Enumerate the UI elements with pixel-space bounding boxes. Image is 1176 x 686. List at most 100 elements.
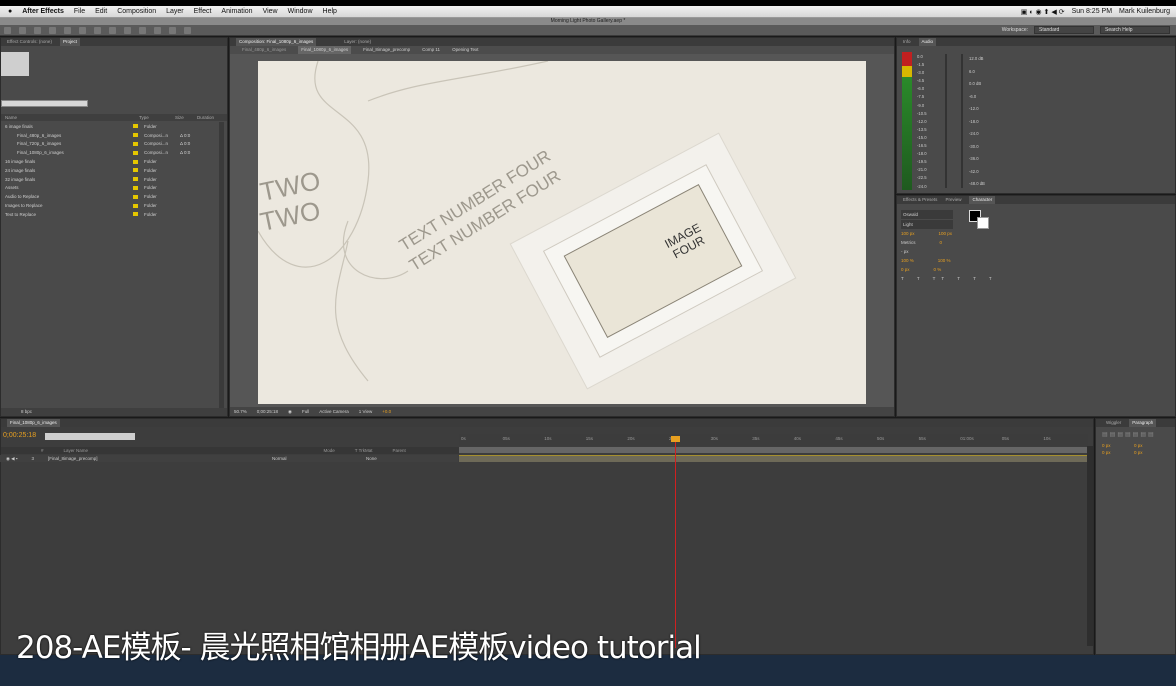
list-item[interactable]: Images to Replace Folder xyxy=(1,201,219,210)
clone-tool-icon[interactable] xyxy=(154,26,161,34)
leading-value[interactable]: 100 px xyxy=(939,229,953,238)
list-item[interactable]: 6 image finals Folder xyxy=(1,122,219,131)
menu-help[interactable]: Help xyxy=(323,8,337,15)
breadcrumb[interactable]: Final_1080p_6_images xyxy=(298,46,352,54)
tab-audio[interactable]: Audio xyxy=(918,38,937,46)
breadcrumb[interactable]: Final_480p_6_images xyxy=(242,46,286,54)
tab-wiggler[interactable]: Wiggler xyxy=(1106,419,1121,427)
layer-mode[interactable]: Normal xyxy=(272,456,312,461)
list-item[interactable]: Audio to Replace Folder xyxy=(1,192,219,201)
tab-paragraph[interactable]: Paragraph xyxy=(1129,419,1157,427)
list-item[interactable]: Text to Replace Folder xyxy=(1,210,219,219)
breadcrumb[interactable]: Comp 11 xyxy=(422,46,440,54)
rotate-tool-icon[interactable] xyxy=(49,26,56,34)
mask-tool-icon[interactable] xyxy=(94,26,101,34)
tracking-value[interactable]: 0 xyxy=(940,238,943,247)
timeline-search-input[interactable] xyxy=(45,433,135,440)
pen-tool-icon[interactable] xyxy=(109,26,116,34)
tab-effect-controls[interactable]: Effect Controls: (none) xyxy=(7,38,52,46)
menu-edit[interactable]: Edit xyxy=(95,8,107,15)
camera-icon[interactable]: ◉ xyxy=(288,409,292,415)
eraser-tool-icon[interactable] xyxy=(169,26,176,34)
tab-preview[interactable]: Preview xyxy=(945,196,961,204)
list-item[interactable]: 24 image finals Folder xyxy=(1,166,219,175)
indent-right-value[interactable]: 0 px xyxy=(1134,442,1166,449)
playhead-marker-icon[interactable] xyxy=(671,436,680,442)
menu-effect[interactable]: Effect xyxy=(194,8,212,15)
text-style-buttons[interactable]: T T TT T T T xyxy=(901,274,1001,283)
resolution-select[interactable]: Full xyxy=(302,409,309,414)
hand-tool-icon[interactable] xyxy=(19,26,26,34)
kerning-value[interactable]: Metrics xyxy=(901,238,916,247)
tab-composition[interactable]: Composition: Final_1080p_6_images xyxy=(236,38,317,46)
apple-icon[interactable]: ● xyxy=(8,8,12,15)
font-family-select[interactable]: Oswald xyxy=(901,210,953,219)
zoom-select[interactable]: 50.7% xyxy=(234,409,247,414)
timeline-scrollbar[interactable] xyxy=(1087,446,1093,646)
brush-tool-icon[interactable] xyxy=(139,26,146,34)
tab-timeline[interactable]: Final_1080p_6_images xyxy=(7,419,60,427)
audio-slider-right[interactable] xyxy=(961,54,963,188)
timeline-layer-bar[interactable] xyxy=(459,455,1088,462)
tab-effects-presets[interactable]: Effects & Presets xyxy=(903,196,937,204)
audio-slider-left[interactable] xyxy=(945,54,947,188)
stroke-color-swatch[interactable] xyxy=(977,217,989,229)
pan-tool-icon[interactable] xyxy=(79,26,86,34)
timeline-ruler[interactable]: 0s05s10s15s20s25s30s35s40s45s50s55s01:00… xyxy=(459,434,1088,446)
exposure-value[interactable]: +0.0 xyxy=(382,409,391,414)
timeline-playhead[interactable] xyxy=(675,436,676,648)
space-after-value[interactable]: 0 px xyxy=(1134,449,1166,456)
camera-select[interactable]: Active Camera xyxy=(319,409,349,414)
menu-file[interactable]: File xyxy=(74,8,85,15)
tsume-value[interactable]: 0 % xyxy=(934,265,942,274)
list-item[interactable]: Assets Folder xyxy=(1,184,219,193)
layer-name[interactable]: [Final_8image_precomp] xyxy=(48,456,258,461)
list-item[interactable]: 32 image finals Folder xyxy=(1,175,219,184)
project-search-input[interactable] xyxy=(1,100,88,107)
tab-character[interactable]: Character xyxy=(969,196,996,204)
layer-switches-icon[interactable]: ◉ ◀ ▪ xyxy=(6,456,17,462)
table-row[interactable]: ◉ ◀ ▪ 3 [Final_8image_precomp] Normal No… xyxy=(0,455,458,462)
menu-layer[interactable]: Layer xyxy=(166,8,184,15)
stroke-width-value[interactable]: - px xyxy=(901,247,1001,256)
layer-parent[interactable]: None xyxy=(366,456,377,461)
list-item[interactable]: Final_1080p_6_images Composi...n Δ 0:0 xyxy=(1,148,219,157)
menu-view[interactable]: View xyxy=(263,8,278,15)
menu-window[interactable]: Window xyxy=(288,8,313,15)
type-tool-icon[interactable] xyxy=(124,26,131,34)
search-help-input[interactable]: Search Help xyxy=(1100,26,1170,34)
font-size-value[interactable]: 100 px xyxy=(901,229,915,238)
align-buttons[interactable]: ▤▤▤▤▤▤▤ xyxy=(1096,427,1175,442)
list-item[interactable]: Final_720p_6_images Composi...n Δ 0:0 xyxy=(1,140,219,149)
zoom-tool-icon[interactable] xyxy=(34,26,41,34)
tab-info[interactable]: Info xyxy=(903,38,911,46)
project-scrollbar[interactable] xyxy=(219,122,224,412)
baseline-shift-value[interactable]: 0 px xyxy=(901,265,910,274)
app-menu[interactable]: After Effects xyxy=(22,8,64,15)
bpc-button[interactable]: 8 bpc xyxy=(21,409,32,414)
breadcrumb[interactable]: Opening Text xyxy=(452,46,478,54)
workspace-select[interactable]: Standard xyxy=(1034,26,1094,34)
status-icons[interactable]: ▣ ◐ ◉ ⬆ ◀ ⟳ xyxy=(1021,8,1065,16)
list-item[interactable]: 16 image finals Folder xyxy=(1,157,219,166)
list-item[interactable]: Final_480p_6_images Composi...n Δ 0:0 xyxy=(1,131,219,140)
camera-tool-icon[interactable] xyxy=(64,26,71,34)
menu-composition[interactable]: Composition xyxy=(117,8,156,15)
space-before-value[interactable]: 0 px xyxy=(1102,449,1134,456)
tab-project[interactable]: Project xyxy=(59,38,80,46)
clock[interactable]: Sun 8:25 PM xyxy=(1072,8,1112,16)
indent-left-value[interactable]: 0 px xyxy=(1102,442,1134,449)
vertical-scale-value[interactable]: 100 % xyxy=(901,256,914,265)
composition-canvas[interactable]: TWO TWO TEXT NUMBER FOUR TEXT NUMBER FOU… xyxy=(258,61,866,404)
user-name[interactable]: Mark Kuilenburg xyxy=(1119,8,1170,16)
comp-timecode[interactable]: 0;00:25:18 xyxy=(257,409,278,414)
selection-tool-icon[interactable] xyxy=(4,26,11,34)
horizontal-scale-value[interactable]: 100 % xyxy=(938,256,951,265)
font-style-select[interactable]: Light xyxy=(901,220,953,229)
puppet-tool-icon[interactable] xyxy=(184,26,191,34)
views-select[interactable]: 1 View xyxy=(359,409,372,414)
breadcrumb[interactable]: Final_8image_precomp xyxy=(363,46,410,54)
menu-animation[interactable]: Animation xyxy=(221,8,252,15)
timeline-timecode[interactable]: 0;00:25:18 xyxy=(3,432,36,439)
timeline-work-area[interactable] xyxy=(459,447,1088,453)
